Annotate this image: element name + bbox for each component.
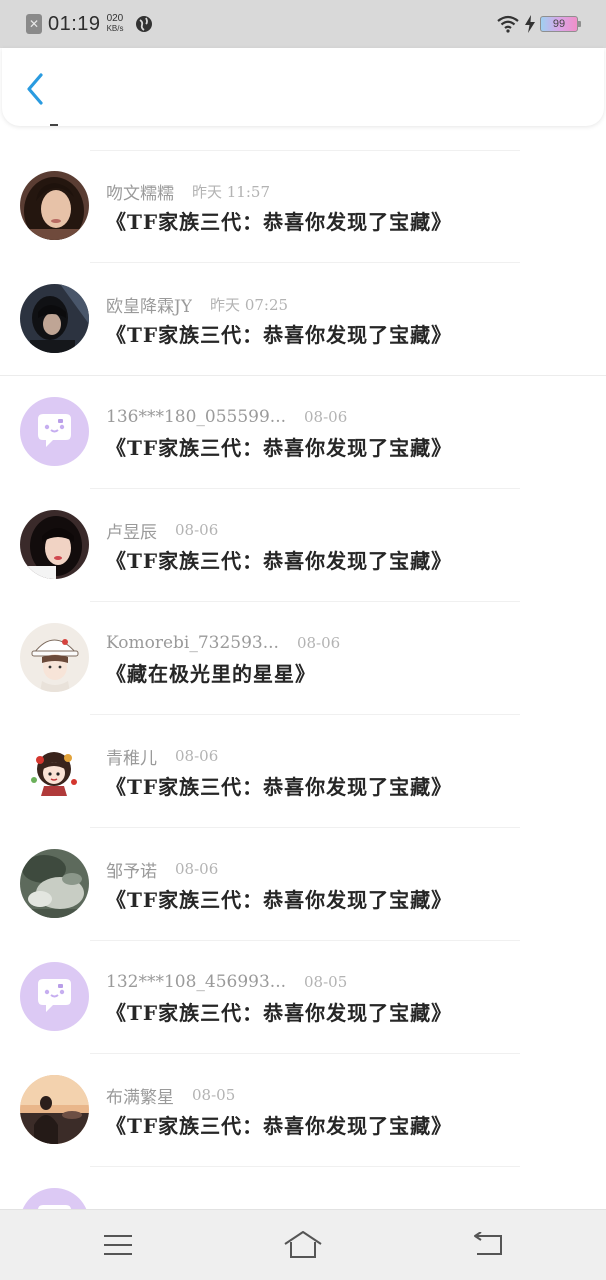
globe-icon bbox=[136, 16, 153, 32]
avatar[interactable] bbox=[20, 397, 89, 466]
item-meta: 邹予诺 08-06 bbox=[106, 858, 219, 882]
author-name: 欧皇降霖JY bbox=[106, 296, 193, 317]
item-meta: 136***180_055599... 08-06 bbox=[106, 406, 347, 428]
item-title: 《TF家族三代：恭喜你发现了宝藏》 bbox=[106, 775, 453, 799]
avatar[interactable] bbox=[20, 736, 89, 805]
system-nav-bar bbox=[0, 1209, 606, 1280]
status-bar: ✕ 01:19 020 KB/s 99 bbox=[0, 0, 606, 48]
charging-icon bbox=[525, 15, 535, 33]
network-speed: 020 KB/s bbox=[107, 14, 124, 34]
home-button[interactable] bbox=[283, 1228, 323, 1262]
avatar-photo-image bbox=[20, 510, 89, 579]
avatar-photo-image bbox=[20, 171, 89, 240]
wifi-icon bbox=[497, 15, 519, 33]
author-name: 136***180_055599... bbox=[106, 407, 286, 427]
item-title: 《TF家族三代：恭喜你发现了宝藏》 bbox=[106, 323, 453, 347]
status-time: 01:19 bbox=[48, 12, 101, 35]
network-speed-unit: KB/s bbox=[106, 24, 124, 33]
list-item[interactable]: 136***180_055599... 08-06 《TF家族三代：恭喜你发现了… bbox=[0, 376, 606, 489]
item-title: 《TF家族三代：恭喜你发现了宝藏》 bbox=[106, 210, 453, 234]
timestamp: 08-06 bbox=[304, 408, 348, 426]
list-item[interactable]: 吻文糯糯 昨天 11:57 《TF家族三代：恭喜你发现了宝藏》 bbox=[0, 150, 606, 263]
avatar[interactable] bbox=[20, 284, 89, 353]
home-icon bbox=[284, 1231, 322, 1258]
status-left: ✕ 01:19 020 KB/s bbox=[26, 12, 153, 36]
item-meta: Komorebi_732593... 08-06 bbox=[106, 632, 340, 654]
close-notification-icon[interactable]: ✕ bbox=[26, 14, 42, 34]
avatar-photo-image bbox=[20, 284, 89, 353]
timestamp: 08-06 bbox=[175, 860, 219, 878]
author-name: 邹予诺 bbox=[106, 861, 157, 882]
timestamp: 昨天 07:25 bbox=[210, 295, 289, 314]
avatar[interactable] bbox=[20, 849, 89, 918]
avatar-cartoon-image bbox=[20, 736, 89, 805]
list-item[interactable]: 布满繁星 08-05 《TF家族三代：恭喜你发现了宝藏》 bbox=[0, 1054, 606, 1167]
item-meta: 132***108_456993... 08-05 bbox=[106, 971, 347, 993]
author-name: Komorebi_732593... bbox=[106, 633, 279, 653]
item-title: 《TF家族三代：恭喜你发现了宝藏》 bbox=[106, 888, 453, 912]
author-name: 青稚儿 bbox=[106, 748, 157, 769]
item-title: 《藏在极光里的星星》 bbox=[106, 662, 316, 686]
item-meta: 布满繁星 08-05 bbox=[106, 1084, 236, 1108]
author-name: 132***108_456993... bbox=[106, 972, 286, 992]
list-item[interactable]: 青稚儿 08-06 《TF家族三代：恭喜你发现了宝藏》 bbox=[0, 715, 606, 828]
back-button[interactable] bbox=[20, 72, 50, 106]
chat-bubble-icon bbox=[20, 397, 89, 466]
network-speed-value: 020 bbox=[106, 13, 124, 24]
timestamp: 08-06 bbox=[175, 521, 219, 539]
avatar[interactable] bbox=[20, 171, 89, 240]
item-title: 《TF家族三代：恭喜你发现了宝藏》 bbox=[106, 436, 453, 460]
item-meta: 青稚儿 08-06 bbox=[106, 745, 219, 769]
author-name: 卢昱辰 bbox=[106, 522, 157, 543]
list-item[interactable]: 132***108_456993... 08-05 《TF家族三代：恭喜你发现了… bbox=[0, 941, 606, 1054]
scroll-remnant bbox=[50, 124, 58, 126]
list-item[interactable]: Komorebi_732593... 08-06 《藏在极光里的星星》 bbox=[0, 602, 606, 715]
item-meta: 欧皇降霖JY 昨天 07:25 bbox=[106, 293, 289, 317]
top-header bbox=[2, 48, 604, 126]
chevron-left-icon bbox=[27, 73, 43, 105]
timestamp: 08-06 bbox=[175, 747, 219, 765]
menu-icon bbox=[104, 1235, 132, 1255]
author-name: 吻文糯糯 bbox=[106, 183, 174, 204]
timestamp: 昨天 11:57 bbox=[192, 182, 270, 201]
back-nav-button[interactable] bbox=[468, 1228, 508, 1262]
avatar-illustration-image bbox=[20, 623, 89, 692]
avatar-photo-image bbox=[20, 849, 89, 918]
back-icon bbox=[474, 1232, 502, 1255]
timestamp: 08-06 bbox=[296, 634, 341, 652]
status-right: 99 bbox=[496, 12, 581, 36]
list-item[interactable]: 欧皇降霖JY 昨天 07:25 《TF家族三代：恭喜你发现了宝藏》 bbox=[0, 263, 606, 376]
item-title: 《TF家族三代：恭喜你发现了宝藏》 bbox=[106, 1114, 453, 1138]
timestamp: 08-05 bbox=[304, 973, 348, 991]
item-meta: 吻文糯糯 昨天 11:57 bbox=[106, 180, 270, 204]
list-item[interactable]: 卢昱辰 08-06 《TF家族三代：恭喜你发现了宝藏》 bbox=[0, 489, 606, 602]
battery-icon: 99 bbox=[540, 16, 581, 32]
avatar[interactable] bbox=[20, 510, 89, 579]
item-meta: 卢昱辰 08-06 bbox=[106, 519, 219, 543]
item-title: 《TF家族三代：恭喜你发现了宝藏》 bbox=[106, 1001, 453, 1025]
avatar[interactable] bbox=[20, 1075, 89, 1144]
avatar-photo-image bbox=[20, 1075, 89, 1144]
author-name: 布满繁星 bbox=[106, 1087, 174, 1108]
timestamp: 08-05 bbox=[192, 1086, 236, 1104]
chat-bubble-icon bbox=[20, 962, 89, 1031]
item-title: 《TF家族三代：恭喜你发现了宝藏》 bbox=[106, 549, 453, 573]
avatar[interactable] bbox=[20, 962, 89, 1031]
avatar[interactable] bbox=[20, 623, 89, 692]
list-item[interactable]: 邹予诺 08-06 《TF家族三代：恭喜你发现了宝藏》 bbox=[0, 828, 606, 941]
menu-button[interactable] bbox=[98, 1228, 138, 1262]
